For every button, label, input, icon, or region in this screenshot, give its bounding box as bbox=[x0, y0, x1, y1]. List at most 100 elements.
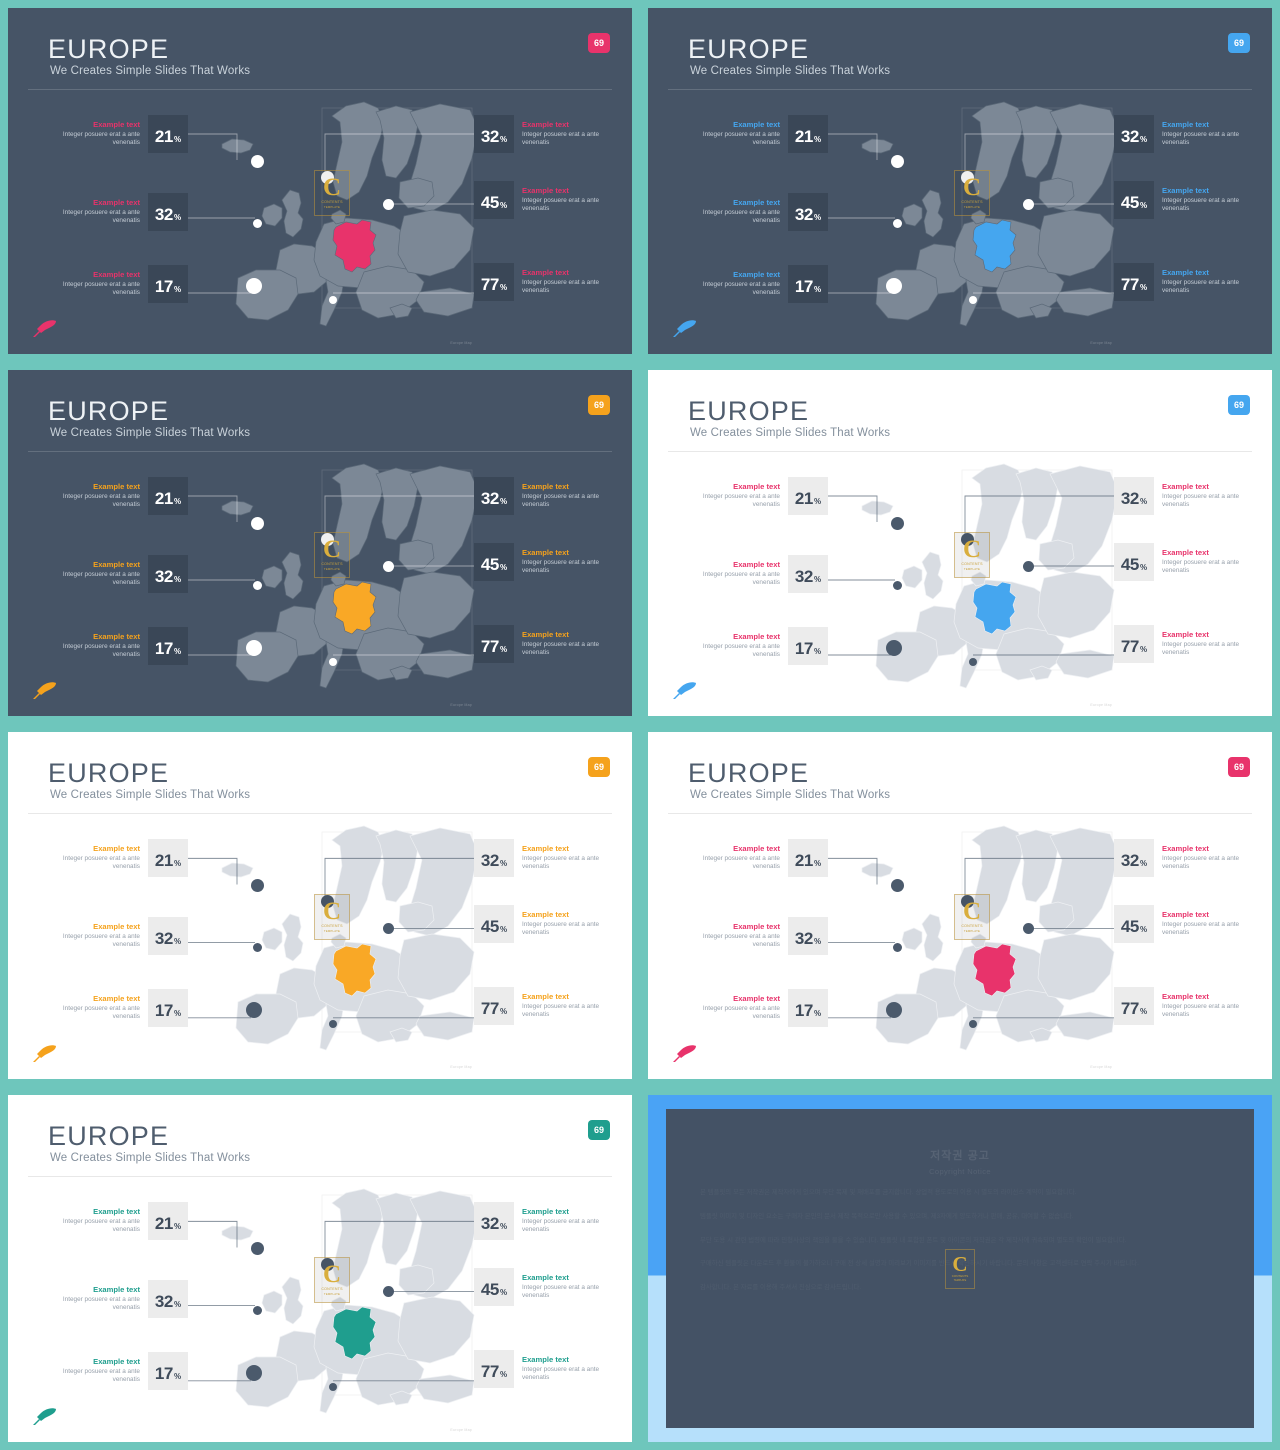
map-dot-italy[interactable] bbox=[969, 658, 977, 666]
stat-right-2[interactable]: 45 % Example text Integer posuere erat a… bbox=[474, 1268, 612, 1306]
map-dot-baltic[interactable] bbox=[1023, 199, 1034, 210]
map-dot-baltic[interactable] bbox=[1023, 923, 1034, 934]
map-dot-iceland[interactable] bbox=[891, 879, 904, 892]
stat-left-3[interactable]: Example text Integer posuere erat a ante… bbox=[50, 989, 188, 1027]
slide-cell-4[interactable]: EUROPE We Creates Simple Slides That Wor… bbox=[640, 362, 1280, 724]
map-dot-ireland[interactable] bbox=[253, 1306, 262, 1315]
stat-left-2[interactable]: Example text Integer posuere erat a ante… bbox=[690, 193, 828, 231]
stat-right-2[interactable]: 45 % Example text Integer posuere erat a… bbox=[474, 543, 612, 581]
map-dot-spain[interactable] bbox=[246, 640, 262, 656]
stat-right-1[interactable]: 32 % Example text Integer posuere erat a… bbox=[474, 115, 612, 153]
stat-right-3[interactable]: 77 % Example text Integer posuere erat a… bbox=[474, 625, 612, 663]
europe-map[interactable]: Europe Map bbox=[844, 820, 1124, 1075]
stat-left-2[interactable]: Example text Integer posuere erat a ante… bbox=[50, 917, 188, 955]
slide-p7[interactable]: EUROPE We Creates Simple Slides That Wor… bbox=[8, 1095, 632, 1442]
stat-left-2[interactable]: Example text Integer posuere erat a ante… bbox=[50, 193, 188, 231]
stat-right-3[interactable]: 77 % Example text Integer posuere erat a… bbox=[1114, 987, 1252, 1025]
map-dot-italy[interactable] bbox=[329, 658, 337, 666]
europe-map[interactable]: Europe Map bbox=[204, 1183, 484, 1438]
map-dot-italy[interactable] bbox=[329, 1383, 337, 1391]
stat-right-2[interactable]: 45 % Example text Integer posuere erat a… bbox=[474, 905, 612, 943]
stat-right-3[interactable]: 77 % Example text Integer posuere erat a… bbox=[474, 1350, 612, 1388]
stat-left-3[interactable]: Example text Integer posuere erat a ante… bbox=[690, 989, 828, 1027]
map-dot-baltic[interactable] bbox=[383, 923, 394, 934]
map-dot-baltic[interactable] bbox=[383, 1286, 394, 1297]
slide-cell-1[interactable]: EUROPE We Creates Simple Slides That Wor… bbox=[0, 0, 640, 362]
slide-p3[interactable]: EUROPE We Creates Simple Slides That Wor… bbox=[8, 370, 632, 716]
stat-right-1[interactable]: 32 % Example text Integer posuere erat a… bbox=[1114, 115, 1252, 153]
stat-left-1[interactable]: Example text Integer posuere erat a ante… bbox=[50, 115, 188, 153]
map-dot-spain[interactable] bbox=[246, 278, 262, 294]
copyright-slide[interactable]: 저작권 공고 Copyright Notice 본 템플릿의 모든 저작권은 제… bbox=[648, 1095, 1272, 1442]
stat-left-1[interactable]: Example text Integer posuere erat a ante… bbox=[690, 839, 828, 877]
map-dot-ireland[interactable] bbox=[253, 581, 262, 590]
stat-left-1[interactable]: Example text Integer posuere erat a ante… bbox=[50, 1202, 188, 1240]
stat-right-2[interactable]: 45 % Example text Integer posuere erat a… bbox=[1114, 543, 1252, 581]
stat-left-3[interactable]: Example text Integer posuere erat a ante… bbox=[50, 1352, 188, 1390]
stat-left-2[interactable]: Example text Integer posuere erat a ante… bbox=[50, 1280, 188, 1318]
stat-left-2[interactable]: Example text Integer posuere erat a ante… bbox=[50, 555, 188, 593]
map-dot-ireland[interactable] bbox=[253, 219, 262, 228]
europe-map[interactable]: Europe Map bbox=[844, 458, 1124, 713]
map-dot-ireland[interactable] bbox=[253, 943, 262, 952]
stat-right-1[interactable]: 32 % Example text Integer posuere erat a… bbox=[1114, 839, 1252, 877]
stat-left-1[interactable]: Example text Integer posuere erat a ante… bbox=[690, 115, 828, 153]
map-dot-baltic[interactable] bbox=[383, 561, 394, 572]
slide-p5[interactable]: EUROPE We Creates Simple Slides That Wor… bbox=[8, 732, 632, 1079]
map-dot-italy[interactable] bbox=[969, 296, 977, 304]
stat-left-3[interactable]: Example text Integer posuere erat a ante… bbox=[50, 627, 188, 665]
slide-p1[interactable]: EUROPE We Creates Simple Slides That Wor… bbox=[8, 8, 632, 354]
map-dot-iceland[interactable] bbox=[891, 155, 904, 168]
slide-p2[interactable]: EUROPE We Creates Simple Slides That Wor… bbox=[648, 8, 1272, 354]
slide-cell-2[interactable]: EUROPE We Creates Simple Slides That Wor… bbox=[640, 0, 1280, 362]
map-dot-baltic[interactable] bbox=[383, 199, 394, 210]
stat-left-2[interactable]: Example text Integer posuere erat a ante… bbox=[690, 917, 828, 955]
stat-left-2[interactable]: Example text Integer posuere erat a ante… bbox=[690, 555, 828, 593]
map-dot-italy[interactable] bbox=[969, 1020, 977, 1028]
map-dot-ireland[interactable] bbox=[893, 581, 902, 590]
map-dot-iceland[interactable] bbox=[251, 155, 264, 168]
map-dot-iceland[interactable] bbox=[251, 879, 264, 892]
slide-cell-5[interactable]: EUROPE We Creates Simple Slides That Wor… bbox=[0, 724, 640, 1087]
stat-right-1[interactable]: 32 % Example text Integer posuere erat a… bbox=[474, 1202, 612, 1240]
stat-right-3[interactable]: 77 % Example text Integer posuere erat a… bbox=[474, 263, 612, 301]
map-dot-ireland[interactable] bbox=[893, 219, 902, 228]
europe-map[interactable]: Europe Map bbox=[204, 458, 484, 713]
map-dot-baltic[interactable] bbox=[1023, 561, 1034, 572]
stat-right-2[interactable]: 45 % Example text Integer posuere erat a… bbox=[1114, 181, 1252, 219]
map-dot-italy[interactable] bbox=[329, 1020, 337, 1028]
slide-p6[interactable]: EUROPE We Creates Simple Slides That Wor… bbox=[648, 732, 1272, 1079]
map-dot-spain[interactable] bbox=[886, 640, 902, 656]
map-dot-iceland[interactable] bbox=[251, 517, 264, 530]
stat-right-1[interactable]: 32 % Example text Integer posuere erat a… bbox=[1114, 477, 1252, 515]
stat-right-3[interactable]: 77 % Example text Integer posuere erat a… bbox=[1114, 263, 1252, 301]
map-dot-iceland[interactable] bbox=[251, 1242, 264, 1255]
map-dot-ireland[interactable] bbox=[893, 943, 902, 952]
stat-right-1[interactable]: 32 % Example text Integer posuere erat a… bbox=[474, 839, 612, 877]
slide-cell-6[interactable]: EUROPE We Creates Simple Slides That Wor… bbox=[640, 724, 1280, 1087]
stat-right-3[interactable]: 77 % Example text Integer posuere erat a… bbox=[474, 987, 612, 1025]
map-dot-italy[interactable] bbox=[329, 296, 337, 304]
slide-p4[interactable]: EUROPE We Creates Simple Slides That Wor… bbox=[648, 370, 1272, 716]
stat-left-3[interactable]: Example text Integer posuere erat a ante… bbox=[690, 627, 828, 665]
map-dot-iceland[interactable] bbox=[891, 517, 904, 530]
stat-right-2[interactable]: 45 % Example text Integer posuere erat a… bbox=[1114, 905, 1252, 943]
stat-left-1[interactable]: Example text Integer posuere erat a ante… bbox=[50, 477, 188, 515]
map-dot-spain[interactable] bbox=[886, 1002, 902, 1018]
stat-left-1[interactable]: Example text Integer posuere erat a ante… bbox=[690, 477, 828, 515]
stat-left-1[interactable]: Example text Integer posuere erat a ante… bbox=[50, 839, 188, 877]
europe-map[interactable]: Europe Map bbox=[204, 820, 484, 1075]
stat-left-3[interactable]: Example text Integer posuere erat a ante… bbox=[690, 265, 828, 303]
stat-left-3[interactable]: Example text Integer posuere erat a ante… bbox=[50, 265, 188, 303]
map-dot-spain[interactable] bbox=[246, 1365, 262, 1381]
europe-map[interactable]: Europe Map bbox=[204, 96, 484, 351]
map-dot-spain[interactable] bbox=[886, 278, 902, 294]
slide-cell-8[interactable]: 저작권 공고 Copyright Notice 본 템플릿의 모든 저작권은 제… bbox=[640, 1087, 1280, 1450]
stat-right-1[interactable]: 32 % Example text Integer posuere erat a… bbox=[474, 477, 612, 515]
europe-map[interactable]: Europe Map bbox=[844, 96, 1124, 351]
slide-cell-7[interactable]: EUROPE We Creates Simple Slides That Wor… bbox=[0, 1087, 640, 1450]
slide-cell-3[interactable]: EUROPE We Creates Simple Slides That Wor… bbox=[0, 362, 640, 724]
stat-right-3[interactable]: 77 % Example text Integer posuere erat a… bbox=[1114, 625, 1252, 663]
map-dot-spain[interactable] bbox=[246, 1002, 262, 1018]
stat-right-2[interactable]: 45 % Example text Integer posuere erat a… bbox=[474, 181, 612, 219]
